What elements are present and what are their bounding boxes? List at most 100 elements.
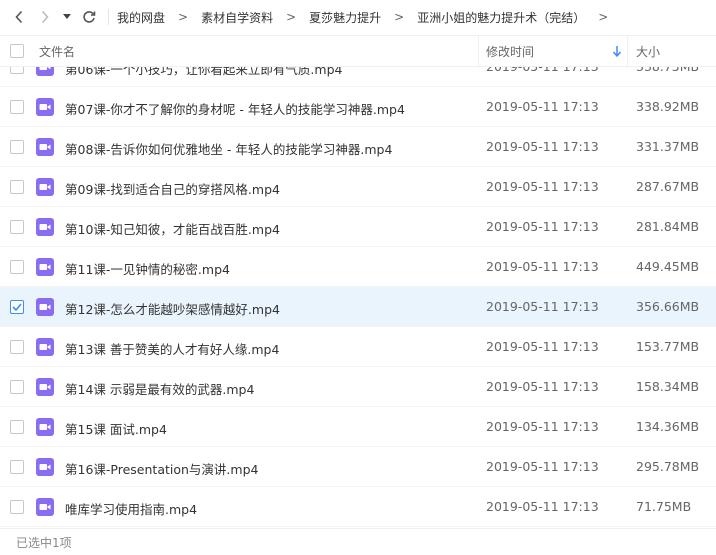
file-size: 71.75MB (636, 499, 692, 514)
file-modified-time: 2019-05-11 17:13 (486, 299, 599, 314)
video-file-icon (36, 378, 54, 396)
column-divider[interactable] (478, 36, 479, 68)
history-dropdown-button[interactable] (58, 0, 76, 34)
file-modified-time: 2019-05-11 17:13 (486, 139, 599, 154)
chevron-right-icon (41, 10, 49, 24)
breadcrumb-item-3[interactable]: 亚洲小姐的魅力提升术（完结） (417, 9, 585, 26)
file-list[interactable]: 第06课-一个小技巧，让你看起来立即有气质.mp4 2019-05-11 17:1… (0, 67, 716, 528)
caret-down-icon (63, 14, 71, 19)
row-checkbox[interactable] (10, 380, 24, 394)
breadcrumb-separator: > (178, 10, 189, 24)
video-file-icon (36, 218, 54, 236)
check-icon (12, 303, 22, 311)
file-name[interactable]: 第10课-知己知彼，才能百战百胜.mp4 (65, 219, 280, 238)
column-header-name[interactable]: 文件名 (39, 43, 75, 60)
file-size: 449.45MB (636, 259, 700, 274)
file-modified-time: 2019-05-11 17:13 (486, 179, 599, 194)
breadcrumb-item-2[interactable]: 夏莎魅力提升 (309, 9, 381, 26)
file-size: 158.34MB (636, 379, 700, 394)
file-row[interactable]: 第12课-怎么才能越吵架感情越好.mp4 2019-05-11 17:13 356.… (0, 287, 716, 327)
status-bar: 已选中1项 (0, 528, 716, 555)
file-row[interactable]: 第15课 面试.mp4 2019-05-11 17:13 134.36MB (0, 407, 716, 447)
video-file-icon (36, 338, 54, 356)
breadcrumb-item-1[interactable]: 素材自学资料 (201, 9, 273, 26)
sort-down-icon[interactable] (612, 45, 622, 58)
row-checkbox[interactable] (10, 180, 24, 194)
file-name[interactable]: 唯库学习使用指南.mp4 (65, 499, 197, 518)
row-checkbox[interactable] (10, 340, 24, 354)
video-file-icon (36, 298, 54, 316)
file-row[interactable]: 第11课-一见钟情的秘密.mp4 2019-05-11 17:13 449.45MB (0, 247, 716, 287)
selection-status: 已选中1项 (16, 535, 72, 550)
file-row[interactable]: 唯库学习使用指南.mp4 2019-05-11 17:13 71.75MB (0, 487, 716, 527)
video-file-icon (36, 178, 54, 196)
select-all-checkbox[interactable] (10, 44, 24, 58)
breadcrumb-separator: > (598, 10, 609, 24)
column-header-size[interactable]: 大小 (636, 43, 660, 60)
video-file-icon (36, 458, 54, 476)
file-size: 153.77MB (636, 339, 700, 354)
nav-divider (108, 9, 109, 25)
row-checkbox[interactable] (10, 67, 24, 74)
file-row[interactable]: 第09课-找到适合自己的穿搭风格.mp4 2019-05-11 17:13 287.… (0, 167, 716, 207)
file-size: 281.84MB (636, 219, 700, 234)
row-checkbox[interactable] (10, 460, 24, 474)
file-name[interactable]: 第07课-你才不了解你的身材呢 - 年轻人的技能学习神器.mp4 (65, 99, 405, 118)
file-name[interactable]: 第14课 示弱是最有效的武器.mp4 (65, 379, 254, 398)
file-name[interactable]: 第15课 面试.mp4 (65, 419, 167, 438)
column-divider[interactable] (627, 36, 628, 68)
file-modified-time: 2019-05-11 17:13 (486, 499, 599, 514)
refresh-button[interactable] (76, 0, 102, 34)
file-modified-time: 2019-05-11 17:13 (486, 67, 599, 74)
breadcrumb-separator: > (394, 10, 405, 24)
breadcrumb: 我的网盘 > 素材自学资料 > 夏莎魅力提升 > 亚洲小姐的魅力提升术（完结） … (117, 9, 621, 26)
file-name[interactable]: 第16课-Presentation与演讲.mp4 (65, 459, 258, 478)
column-header-time[interactable]: 修改时间 (486, 43, 534, 60)
video-file-icon (36, 258, 54, 276)
file-modified-time: 2019-05-11 17:13 (486, 259, 599, 274)
navigation-bar: 我的网盘 > 素材自学资料 > 夏莎魅力提升 > 亚洲小姐的魅力提升术（完结） … (0, 0, 716, 34)
file-modified-time: 2019-05-11 17:13 (486, 379, 599, 394)
file-name[interactable]: 第08课-告诉你如何优雅地坐 - 年轻人的技能学习神器.mp4 (65, 139, 392, 158)
file-name[interactable]: 第12课-怎么才能越吵架感情越好.mp4 (65, 299, 280, 318)
row-checkbox[interactable] (10, 100, 24, 114)
file-size: 338.92MB (636, 99, 700, 114)
file-name[interactable]: 第13课 善于赞美的人才有好人缘.mp4 (65, 339, 279, 358)
row-checkbox[interactable] (10, 300, 24, 314)
row-checkbox[interactable] (10, 140, 24, 154)
file-row[interactable]: 第13课 善于赞美的人才有好人缘.mp4 2019-05-11 17:13 153.… (0, 327, 716, 367)
row-checkbox[interactable] (10, 500, 24, 514)
file-size: 287.67MB (636, 179, 700, 194)
row-checkbox[interactable] (10, 420, 24, 434)
file-name[interactable]: 第06课-一个小技巧，让你看起来立即有气质.mp4 (65, 67, 342, 78)
refresh-icon (83, 11, 96, 23)
file-list-header: 文件名 修改时间 大小 (0, 35, 716, 68)
video-file-icon (36, 98, 54, 116)
file-modified-time: 2019-05-11 17:13 (486, 99, 599, 114)
file-modified-time: 2019-05-11 17:13 (486, 419, 599, 434)
back-button[interactable] (6, 0, 32, 34)
forward-button[interactable] (32, 0, 58, 34)
file-name[interactable]: 第09课-找到适合自己的穿搭风格.mp4 (65, 179, 280, 198)
video-file-icon (36, 418, 54, 436)
file-modified-time: 2019-05-11 17:13 (486, 339, 599, 354)
row-checkbox[interactable] (10, 220, 24, 234)
file-row[interactable]: 第10课-知己知彼，才能百战百胜.mp4 2019-05-11 17:13 281.… (0, 207, 716, 247)
row-checkbox[interactable] (10, 260, 24, 274)
breadcrumb-item-root[interactable]: 我的网盘 (117, 9, 165, 26)
file-list-rows: 第06课-一个小技巧，让你看起来立即有气质.mp4 2019-05-11 17:1… (0, 67, 716, 527)
video-file-icon (36, 138, 54, 156)
video-file-icon (36, 67, 54, 76)
file-modified-time: 2019-05-11 17:13 (486, 219, 599, 234)
video-file-icon (36, 498, 54, 516)
file-name[interactable]: 第11课-一见钟情的秘密.mp4 (65, 259, 230, 278)
file-size: 134.36MB (636, 419, 700, 434)
file-row[interactable]: 第14课 示弱是最有效的武器.mp4 2019-05-11 17:13 158.34… (0, 367, 716, 407)
breadcrumb-separator: > (286, 10, 297, 24)
file-row[interactable]: 第06课-一个小技巧，让你看起来立即有气质.mp4 2019-05-11 17:1… (0, 67, 716, 87)
file-size: 295.78MB (636, 459, 700, 474)
chevron-left-icon (15, 10, 23, 24)
file-row[interactable]: 第07课-你才不了解你的身材呢 - 年轻人的技能学习神器.mp4 2019-05-… (0, 87, 716, 127)
file-row[interactable]: 第16课-Presentation与演讲.mp4 2019-05-11 17:13… (0, 447, 716, 487)
file-row[interactable]: 第08课-告诉你如何优雅地坐 - 年轻人的技能学习神器.mp4 2019-05-1… (0, 127, 716, 167)
